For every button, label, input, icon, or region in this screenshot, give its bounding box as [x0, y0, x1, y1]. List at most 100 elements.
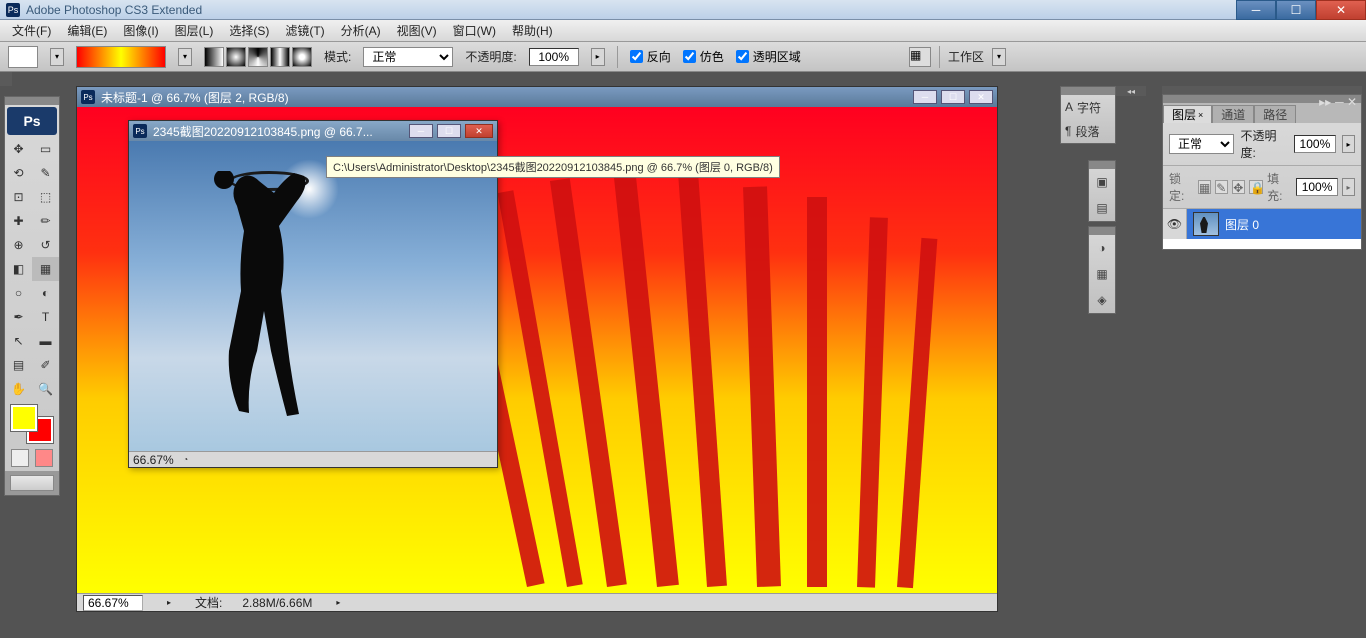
- lock-all-icon[interactable]: 🔒: [1249, 180, 1263, 194]
- quick-select-tool[interactable]: ✎: [32, 161, 59, 185]
- gradient-radial[interactable]: [226, 47, 246, 67]
- dock-tab-right[interactable]: [1162, 86, 1362, 94]
- close-button[interactable]: ✕: [1316, 0, 1366, 20]
- history-brush-tool[interactable]: ↺: [32, 233, 59, 257]
- move-tool[interactable]: ✥: [5, 137, 32, 161]
- menu-window[interactable]: 窗口(W): [445, 20, 504, 41]
- status-menu-icon[interactable]: ▸: [332, 597, 344, 609]
- stamp-tool[interactable]: ⊕: [5, 233, 32, 257]
- doc2-titlebar[interactable]: Ps 2345截图20220912103845.png @ 66.7... ─ …: [129, 121, 497, 141]
- tab-layers[interactable]: 图层×: [1163, 105, 1212, 123]
- panel-grip[interactable]: [1061, 87, 1115, 95]
- doc1-zoom-field[interactable]: [83, 595, 143, 611]
- healing-tool[interactable]: ✚: [5, 209, 32, 233]
- menu-image[interactable]: 图像(I): [115, 20, 166, 41]
- menu-file[interactable]: 文件(F): [4, 20, 59, 41]
- doc1-titlebar[interactable]: Ps 未标题-1 @ 66.7% (图层 2, RGB/8) ─ ☐ ✕: [77, 87, 997, 107]
- marquee-tool[interactable]: ▭: [32, 137, 59, 161]
- notes-tool[interactable]: ▤: [5, 353, 32, 377]
- tab-close-icon[interactable]: ×: [1198, 110, 1203, 120]
- tool-preset-dropdown[interactable]: ▾: [50, 48, 64, 66]
- doc1-minimize[interactable]: ─: [913, 90, 937, 104]
- reverse-checkbox[interactable]: 反向: [630, 48, 671, 65]
- gradient-tool[interactable]: ▦: [32, 257, 59, 281]
- transparency-checkbox[interactable]: 透明区域: [736, 48, 801, 65]
- slice-tool[interactable]: ⬚: [32, 185, 59, 209]
- status-arrow-icon[interactable]: ▸: [163, 597, 175, 609]
- menu-filter[interactable]: 滤镜(T): [277, 20, 332, 41]
- menu-edit[interactable]: 编辑(E): [59, 20, 115, 41]
- swatches-panel-icon[interactable]: ▦: [1089, 261, 1115, 287]
- layer-fill-input[interactable]: [1296, 178, 1338, 196]
- blend-mode-select[interactable]: 正常: [363, 47, 453, 67]
- doc1-maximize[interactable]: ☐: [941, 90, 965, 104]
- gradient-dropdown[interactable]: ▾: [178, 48, 192, 66]
- tab-channels[interactable]: 通道: [1212, 105, 1254, 123]
- dock-collapse-arrows[interactable]: ◂◂: [1116, 86, 1146, 96]
- panel-grip[interactable]: [1089, 227, 1115, 235]
- doc2-status-arrow[interactable]: ◔: [180, 454, 192, 466]
- type-tool[interactable]: T: [32, 305, 59, 329]
- doc2-close[interactable]: ✕: [465, 124, 493, 138]
- tab-paths[interactable]: 路径: [1254, 105, 1296, 123]
- layer-opacity-input[interactable]: [1294, 135, 1336, 153]
- shape-tool[interactable]: ▬: [32, 329, 59, 353]
- gradient-preview[interactable]: [76, 46, 166, 68]
- menu-layer[interactable]: 图层(L): [167, 20, 222, 41]
- gradient-linear[interactable]: [204, 47, 224, 67]
- path-select-tool[interactable]: ↖: [5, 329, 32, 353]
- visibility-toggle[interactable]: 👁: [1163, 209, 1187, 239]
- standard-mode-button[interactable]: [11, 449, 29, 467]
- menu-view[interactable]: 视图(V): [389, 20, 445, 41]
- zoom-tool[interactable]: 🔍: [32, 377, 59, 401]
- lasso-tool[interactable]: ⟲: [5, 161, 32, 185]
- opacity-input[interactable]: [529, 48, 579, 66]
- doc2-minimize[interactable]: ─: [409, 124, 433, 138]
- color-panel-icon[interactable]: ◑: [1089, 235, 1115, 261]
- character-panel-tab[interactable]: A字符: [1061, 95, 1115, 119]
- doc2-canvas[interactable]: [129, 141, 497, 451]
- layer-blend-mode[interactable]: 正常: [1169, 134, 1234, 154]
- minimize-button[interactable]: ─: [1236, 0, 1276, 20]
- doc2-maximize[interactable]: ☐: [437, 124, 461, 138]
- tool-preset-picker[interactable]: [8, 46, 38, 68]
- dodge-tool[interactable]: ◐: [32, 281, 59, 305]
- navigator-panel-icon[interactable]: ▣: [1089, 169, 1115, 195]
- collapse-icon[interactable]: ▸▸: [1319, 95, 1331, 103]
- quickmask-mode-button[interactable]: [35, 449, 53, 467]
- go-to-bridge-button[interactable]: ▦: [909, 47, 931, 67]
- lock-position-icon[interactable]: ✥: [1232, 180, 1245, 194]
- toolbox-grip[interactable]: [5, 97, 59, 105]
- hand-tool[interactable]: ✋: [5, 377, 32, 401]
- maximize-button[interactable]: ☐: [1276, 0, 1316, 20]
- doc1-close[interactable]: ✕: [969, 90, 993, 104]
- gradient-reflected[interactable]: [270, 47, 290, 67]
- layer-opacity-dropdown[interactable]: ▸: [1342, 135, 1355, 153]
- crop-tool[interactable]: ⊡: [5, 185, 32, 209]
- brush-tool[interactable]: ✏: [32, 209, 59, 233]
- menu-select[interactable]: 选择(S): [221, 20, 277, 41]
- styles-panel-icon[interactable]: ◈: [1089, 287, 1115, 313]
- lock-transparency-icon[interactable]: ▦: [1198, 180, 1211, 194]
- gradient-angle[interactable]: [248, 47, 268, 67]
- eraser-tool[interactable]: ◧: [5, 257, 32, 281]
- dither-checkbox[interactable]: 仿色: [683, 48, 724, 65]
- layer-thumbnail[interactable]: [1193, 212, 1219, 236]
- opacity-dropdown[interactable]: ▸: [591, 48, 605, 66]
- paragraph-panel-tab[interactable]: ¶段落: [1061, 119, 1115, 143]
- pen-tool[interactable]: ✒: [5, 305, 32, 329]
- menu-help[interactable]: 帮助(H): [504, 20, 561, 41]
- close-panel-icon[interactable]: ─ ✕: [1335, 95, 1357, 103]
- dock-tab-left[interactable]: [0, 72, 12, 86]
- gradient-diamond[interactable]: [292, 47, 312, 67]
- panel-grip[interactable]: [1089, 161, 1115, 169]
- layer-name[interactable]: 图层 0: [1225, 216, 1361, 233]
- eyedropper-tool[interactable]: ✐: [32, 353, 59, 377]
- lock-pixels-icon[interactable]: ✎: [1215, 180, 1228, 194]
- histogram-panel-icon[interactable]: ▤: [1089, 195, 1115, 221]
- menu-analysis[interactable]: 分析(A): [333, 20, 389, 41]
- panel-grip[interactable]: ▸▸ ─ ✕: [1163, 95, 1361, 103]
- screen-mode-button[interactable]: [10, 475, 54, 491]
- blur-tool[interactable]: ○: [5, 281, 32, 305]
- workspace-dropdown[interactable]: ▾: [992, 48, 1006, 66]
